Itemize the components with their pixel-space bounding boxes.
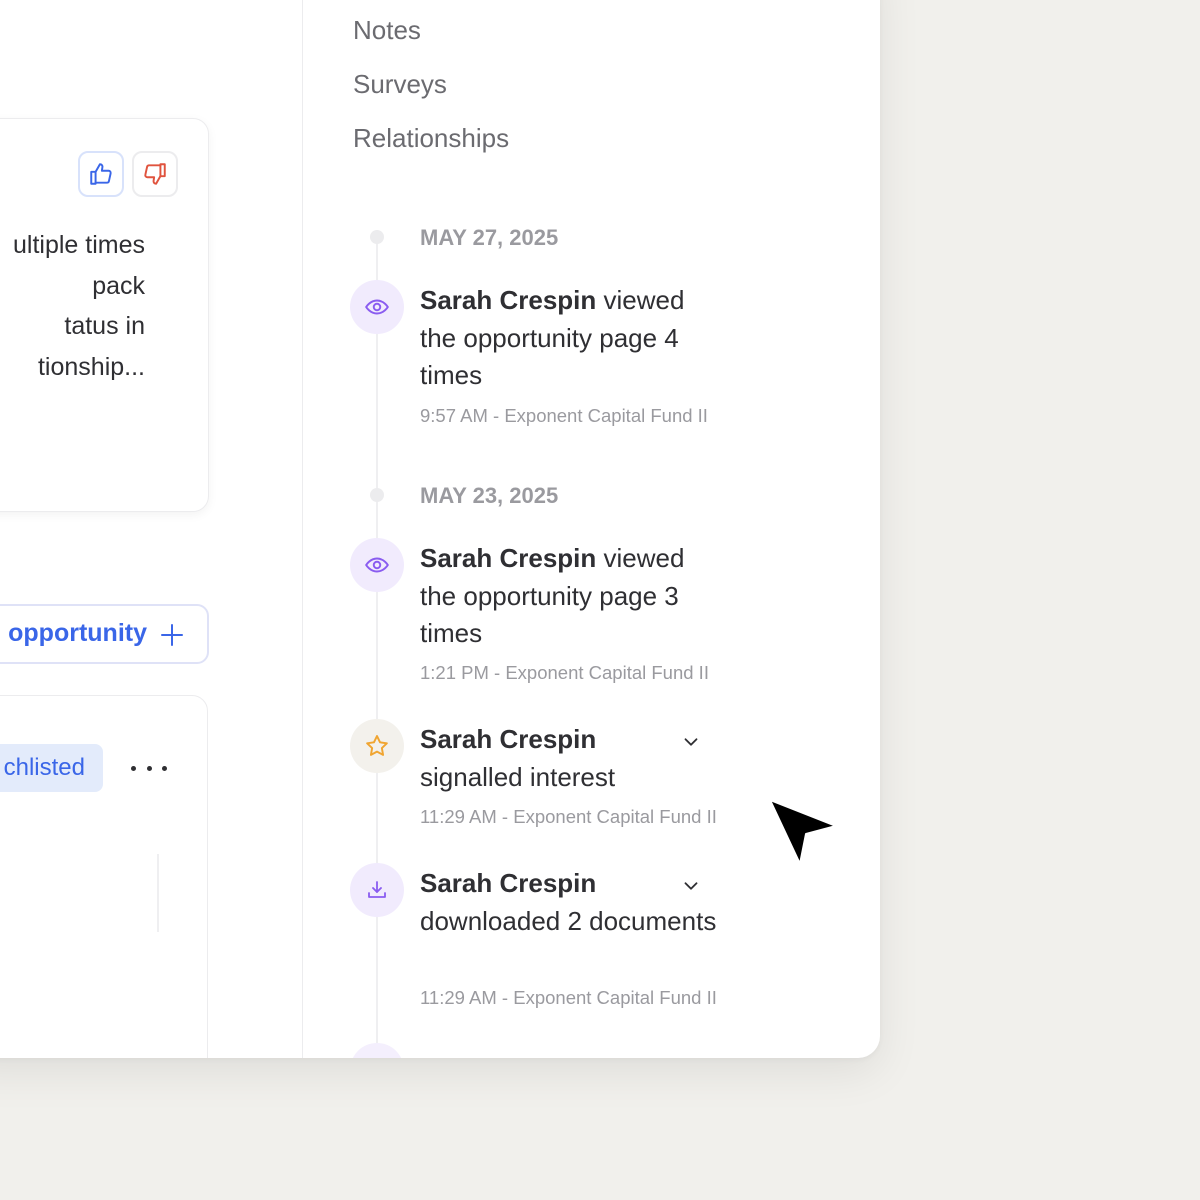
date-label: MAY 23, 2025 xyxy=(420,483,559,508)
event-text: Sarah Crespin viewed the opportunity pag… xyxy=(420,540,720,653)
divider xyxy=(157,854,159,932)
expand-chevron-button[interactable] xyxy=(677,872,705,900)
add-opportunity-label: opportunity xyxy=(8,619,147,647)
date-label: MAY 27, 2025 xyxy=(420,225,559,250)
timeline-line xyxy=(376,236,378,1058)
status-badge: chlisted xyxy=(0,744,103,792)
thumbs-down-button[interactable] xyxy=(132,151,178,197)
eye-icon xyxy=(365,299,389,315)
dot xyxy=(162,765,167,771)
event-actor: Sarah Crespin xyxy=(420,543,597,573)
event-meta: 1:21 PM - Exponent Capital Fund II xyxy=(420,662,709,683)
add-opportunity-button[interactable]: opportunity xyxy=(0,604,209,664)
event-actor: Sarah Crespin xyxy=(420,868,597,898)
event-icon xyxy=(350,538,404,592)
event-meta: 11:29 AM - Exponent Capital Fund II xyxy=(420,987,717,1008)
event-icon-partial xyxy=(350,1043,404,1058)
event-actor: Sarah Crespin xyxy=(420,285,597,315)
event-action: downloaded 2 documents xyxy=(420,905,717,936)
star-icon xyxy=(366,735,388,756)
event-text: Sarah Crespin viewed the opportunity pag… xyxy=(420,282,720,395)
thumbs-down-icon xyxy=(144,163,166,185)
event-icon xyxy=(350,863,404,917)
date-dot xyxy=(370,488,384,502)
event-meta: 11:29 AM - Exponent Capital Fund II xyxy=(420,806,717,827)
more-options-button[interactable] xyxy=(131,758,167,778)
plus-icon xyxy=(161,624,183,646)
insight-card: ultiple times pack tatus in tionship... xyxy=(0,118,209,512)
thumbs-up-icon xyxy=(90,163,112,185)
activity-panel: Notes Surveys Relationships MAY 27, 2025… xyxy=(303,0,880,1058)
nav-relationships[interactable]: Relationships xyxy=(353,123,509,154)
download-icon xyxy=(368,881,386,898)
date-dot xyxy=(370,230,384,244)
expand-chevron-button[interactable] xyxy=(677,728,705,756)
nav-notes[interactable]: Notes xyxy=(353,15,421,46)
event-action: signalled interest xyxy=(420,761,616,792)
event-text: Sarah Crespin signalled interest xyxy=(420,721,720,796)
event-icon xyxy=(350,280,404,334)
event-icon xyxy=(350,719,404,773)
screen: ultiple times pack tatus in tionship... … xyxy=(0,0,1200,1200)
event-text: Sarah Crespin downloaded 2 documents xyxy=(420,865,720,940)
event-actor: Sarah Crespin xyxy=(420,724,597,754)
chevron-down-icon xyxy=(684,738,698,746)
thumbs-up-button[interactable] xyxy=(78,151,124,197)
eye-icon xyxy=(365,557,389,573)
investor-card: chlisted xyxy=(0,695,208,1058)
insight-text: ultiple times pack tatus in tionship... xyxy=(13,231,145,381)
nav-surveys[interactable]: Surveys xyxy=(353,69,447,100)
dot xyxy=(146,765,152,771)
dot xyxy=(131,765,136,771)
app-window: ultiple times pack tatus in tionship... … xyxy=(0,0,880,1058)
event-meta: 9:57 AM - Exponent Capital Fund II xyxy=(420,405,708,426)
mouse-cursor-icon xyxy=(769,799,837,865)
chevron-down-icon xyxy=(684,882,698,890)
